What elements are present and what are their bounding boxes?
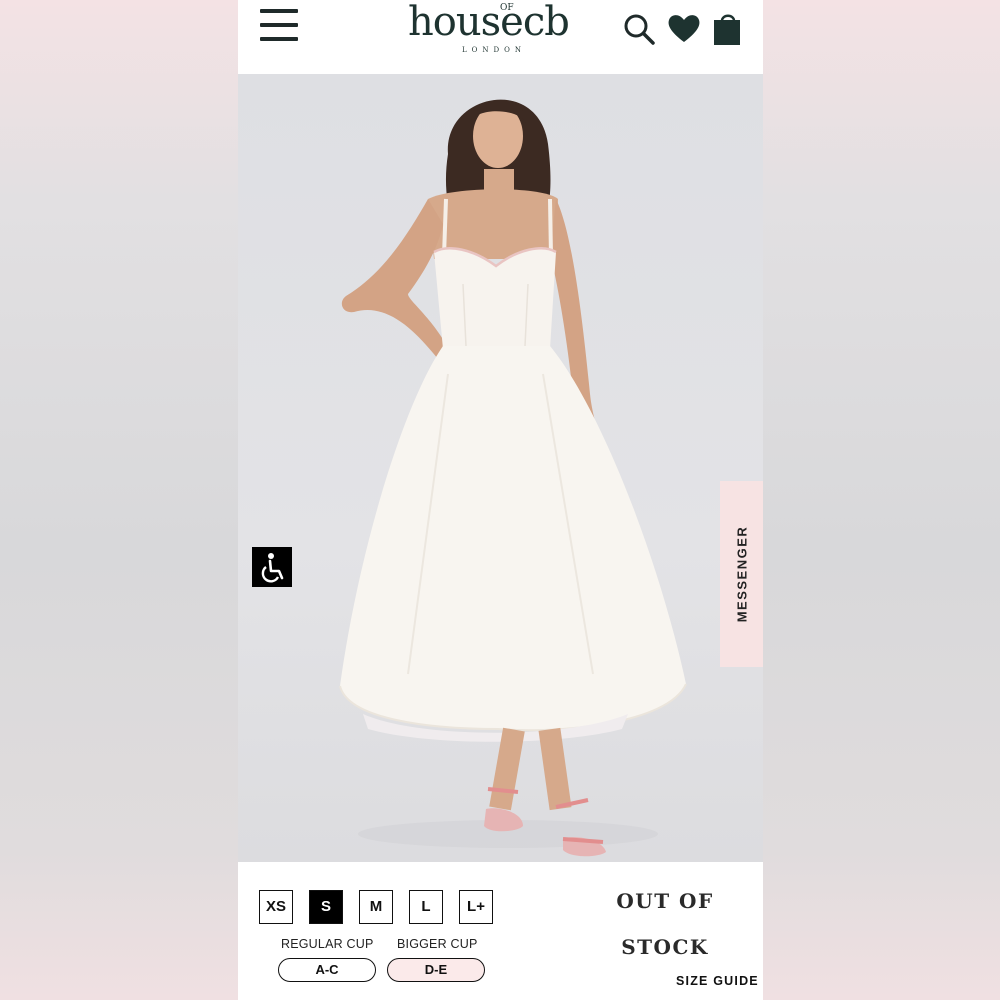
site-header: housecb OF LONDON (238, 0, 763, 74)
search-icon[interactable] (622, 10, 658, 46)
logo-cb: cb (522, 0, 570, 45)
size-option-xs[interactable]: XS (259, 890, 293, 924)
regular-cup-label: REGULAR CUP (281, 937, 374, 951)
menu-icon[interactable] (260, 9, 300, 41)
blurred-background-left (0, 0, 238, 1000)
out-of-stock-line2: STOCK (621, 935, 709, 959)
messenger-button[interactable]: MESSENGER (720, 481, 763, 667)
heart-icon[interactable] (666, 10, 702, 46)
out-of-stock-line1: OUT OF (616, 889, 714, 913)
shopping-bag-icon[interactable] (710, 10, 746, 46)
regular-cup-button[interactable]: A-C (278, 958, 376, 982)
brand-logo[interactable]: housecb OF (408, 2, 594, 42)
blurred-background-right (763, 0, 1000, 1000)
logo-of: OF (500, 3, 514, 13)
logo-subtitle: LONDON (462, 46, 526, 54)
size-option-s[interactable]: S (309, 890, 343, 924)
product-image[interactable]: MESSENGER (238, 74, 763, 862)
model-in-white-dress (339, 99, 687, 857)
bigger-cup-button[interactable]: D-E (387, 958, 485, 982)
size-option-m[interactable]: M (359, 890, 393, 924)
size-option-l[interactable]: L (409, 890, 443, 924)
out-of-stock-status: OUT OF STOCK (600, 878, 730, 970)
size-option-l-plus[interactable]: L+ (459, 890, 493, 924)
messenger-label: MESSENGER (734, 525, 749, 623)
size-guide-link[interactable]: SIZE GUIDE (674, 974, 761, 988)
product-page: housecb OF LONDON MESSENGER XS S M L L+ … (238, 0, 763, 1000)
bigger-cup-label: BIGGER CUP (397, 937, 478, 951)
wheelchair-icon[interactable] (252, 547, 292, 587)
